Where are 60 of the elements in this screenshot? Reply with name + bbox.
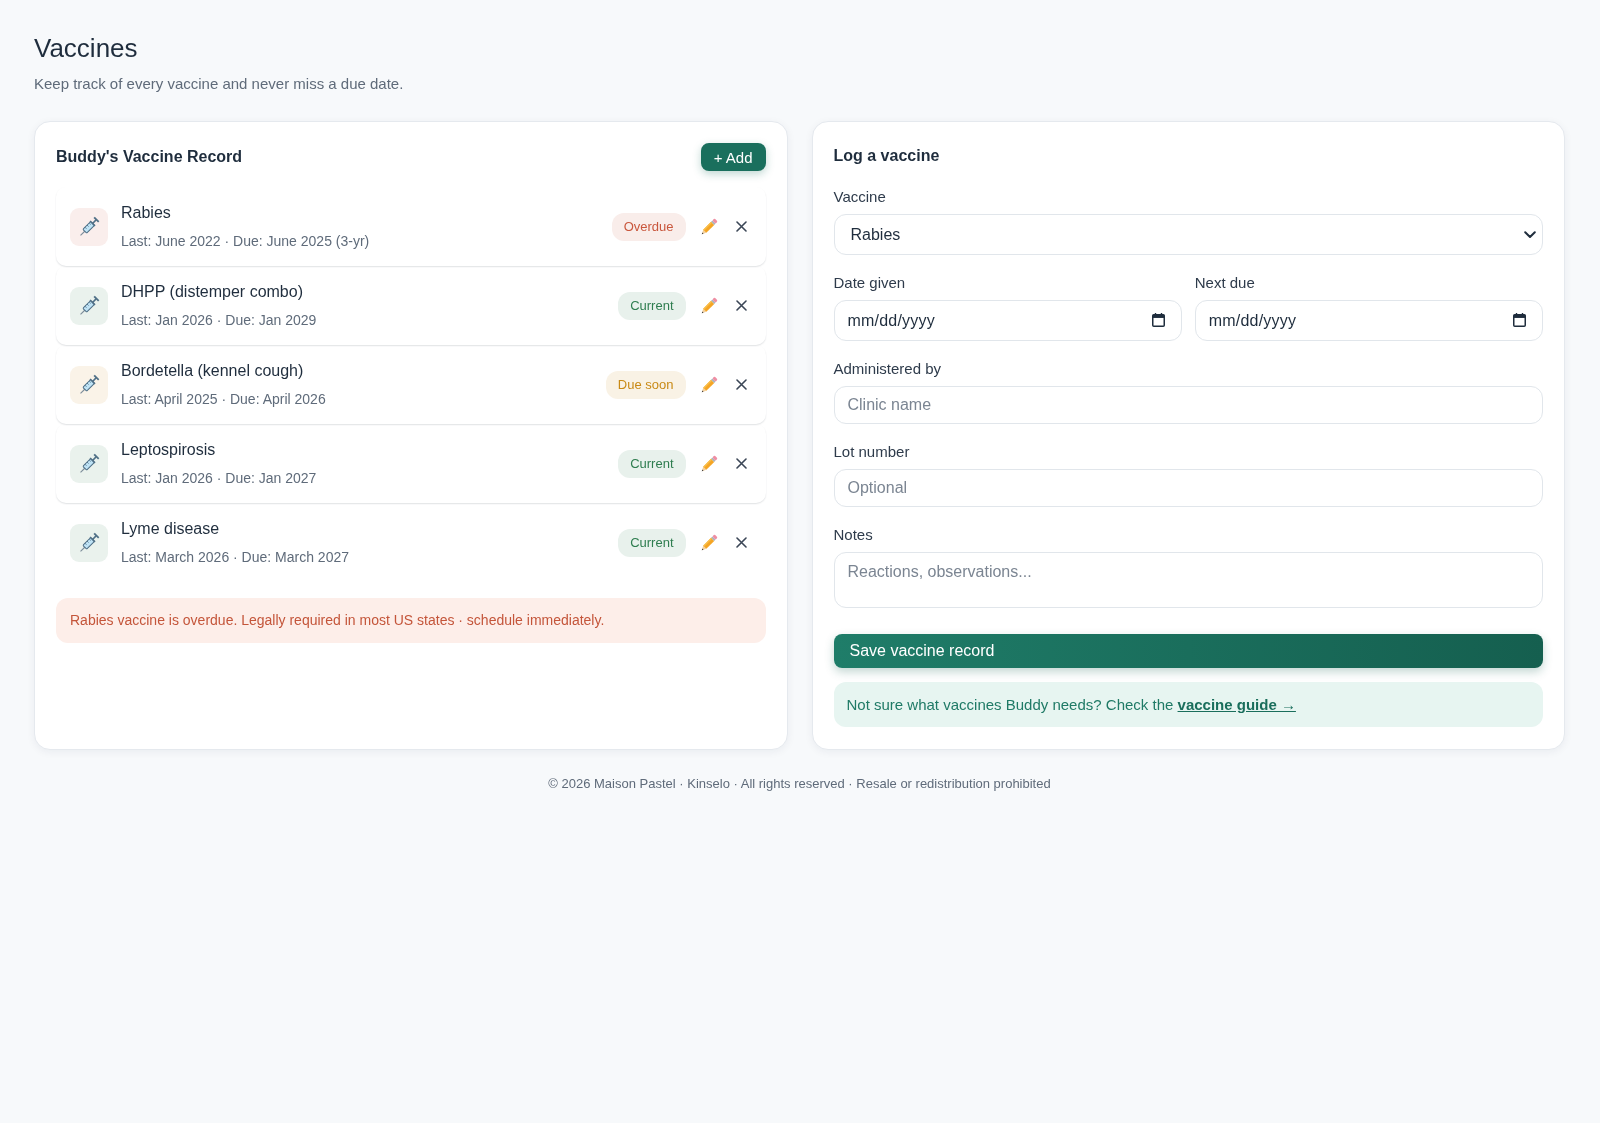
card-title: Buddy's Vaccine Record	[56, 147, 243, 167]
vaccine-name: Bordetella (kennel cough)	[121, 361, 305, 381]
close-icon	[735, 300, 747, 311]
pencil-icon	[699, 454, 718, 473]
field-label: Date given	[833, 274, 907, 292]
syringe-icon	[70, 207, 108, 246]
page-subtitle: Keep track of every vaccine and never miss a due date.	[34, 74, 405, 94]
notes-field[interactable]: Reactions, observations...	[833, 552, 1543, 608]
close-icon	[735, 221, 747, 232]
calendar-icon	[1151, 313, 1165, 327]
syringe-icon	[70, 444, 108, 483]
add-button[interactable]: + Add	[700, 143, 766, 171]
status-badge: Current	[618, 291, 686, 320]
date-field[interactable]: mm/dd/yyyy	[1194, 300, 1543, 341]
status-badge: Due soon	[605, 370, 686, 399]
pencil-icon	[699, 375, 718, 394]
field-label: Lot number	[833, 443, 911, 461]
syringe-icon	[70, 286, 108, 325]
pencil-icon	[699, 296, 718, 315]
date-field[interactable]: mm/dd/yyyy	[833, 300, 1182, 341]
vaccine-guide-note: Not sure what vaccines Buddy needs? Check the vaccine guide →	[833, 682, 1543, 727]
vaccine-dates: Last: April 2025 · Due: April 2026	[121, 390, 327, 408]
vaccine-name: Leptospirosis	[121, 440, 217, 460]
status-badge: Current	[618, 449, 686, 478]
vaccine-name: DHPP (distemper combo)	[121, 282, 304, 302]
text-field[interactable]: Optional	[833, 469, 1543, 507]
vaccine-dates: Last: March 2026 · Due: March 2027	[121, 548, 350, 566]
chevron-down-icon	[1524, 230, 1536, 239]
delete-button[interactable]	[735, 458, 747, 469]
page-title: Vaccines	[34, 32, 139, 64]
field-label: Administered by	[833, 360, 943, 378]
footer-text: © 2026 Maison Pastel · Kinselo · All rights reserved · Resale or redistribution prohibited	[548, 776, 1051, 792]
field-label: Next due	[1194, 274, 1256, 292]
text-field[interactable]: Clinic name	[833, 386, 1543, 424]
overdue-alert: Rabies vaccine is overdue. Legally required in most US states · schedule immediately.	[56, 598, 766, 643]
field-label: Vaccine	[833, 188, 887, 206]
delete-button[interactable]	[735, 537, 747, 548]
syringe-icon	[70, 523, 108, 562]
calendar-icon	[1513, 313, 1526, 327]
vaccine-dates: Last: June 2022 · Due: June 2025 (3-yr)	[121, 232, 371, 250]
status-badge: Current	[618, 528, 686, 557]
vaccine-name: Lyme disease	[121, 519, 221, 539]
delete-button[interactable]	[735, 300, 747, 311]
card-title: Log a vaccine	[833, 146, 941, 166]
close-icon	[735, 537, 747, 548]
delete-button[interactable]	[735, 221, 747, 232]
pencil-icon	[699, 217, 718, 236]
close-icon	[735, 379, 747, 390]
status-badge: Overdue	[611, 212, 686, 241]
vaccine-name: Rabies	[121, 203, 172, 223]
close-icon	[735, 458, 747, 469]
vaccine-guide-link[interactable]: vaccine guide →	[1177, 696, 1296, 713]
select-field[interactable]: Rabies	[833, 214, 1543, 255]
syringe-icon	[70, 365, 108, 404]
save-button[interactable]: Save vaccine record	[833, 634, 1543, 668]
field-label: Notes	[833, 526, 874, 544]
delete-button[interactable]	[735, 379, 747, 390]
pencil-icon	[699, 533, 718, 552]
vaccine-dates: Last: Jan 2026 · Due: Jan 2027	[121, 469, 318, 487]
vaccine-dates: Last: Jan 2026 · Due: Jan 2029	[121, 311, 318, 329]
